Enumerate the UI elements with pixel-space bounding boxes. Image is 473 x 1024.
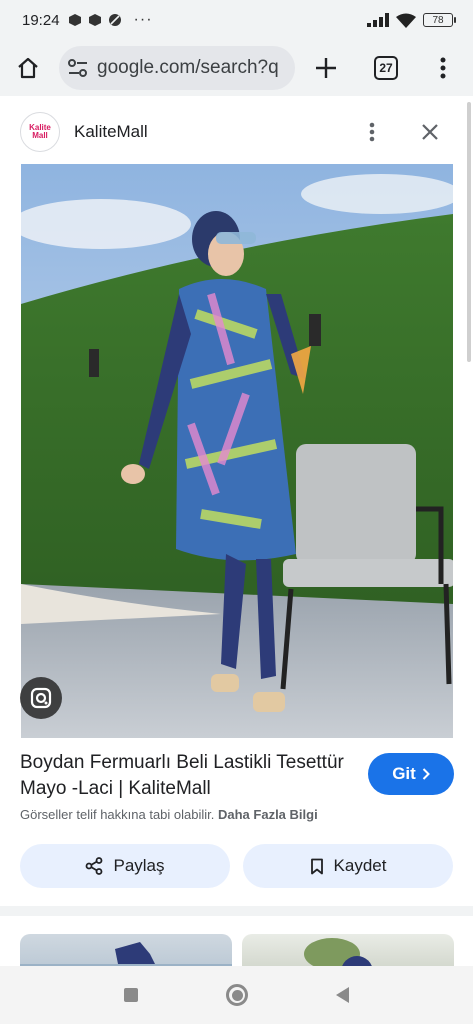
new-tab-button[interactable] (298, 40, 354, 96)
browser-toolbar: google.com/search?q 27 (0, 40, 473, 96)
more-vert-icon (440, 57, 446, 79)
status-right: 78 (367, 13, 456, 28)
status-left: 19:24 ··· (22, 11, 153, 29)
google-lens-button[interactable] (20, 677, 62, 719)
plus-icon (316, 58, 336, 78)
tab-count: 27 (374, 56, 398, 80)
share-icon (86, 857, 103, 875)
product-photo (21, 164, 453, 738)
signal-icon (367, 13, 389, 27)
status-time: 19:24 (22, 11, 60, 29)
bookmark-icon (310, 858, 323, 874)
site-name[interactable]: KaliteMall (74, 122, 148, 142)
url-bar[interactable]: google.com/search?q (59, 46, 295, 90)
battery-icon: 78 (423, 13, 456, 27)
visit-button-label: Git (392, 764, 416, 783)
copyright-text: Görseller telif hakkına tabi olabilir. (20, 807, 215, 822)
battery-level: 78 (432, 14, 444, 26)
cube-icon (68, 14, 81, 26)
tab-switcher-button[interactable]: 27 (358, 40, 414, 96)
more-vert-icon (369, 122, 375, 142)
site-more-button[interactable] (358, 118, 386, 146)
share-label: Paylaş (113, 856, 165, 875)
wifi-icon (396, 13, 416, 28)
visit-button[interactable]: Git (368, 753, 454, 795)
site-settings-icon (68, 59, 87, 77)
save-label: Kaydet (333, 856, 387, 875)
product-image[interactable] (21, 164, 453, 738)
lens-icon (30, 687, 52, 709)
site-logo: Kalite Mall (20, 112, 60, 152)
home-button[interactable] (0, 40, 56, 96)
section-divider (0, 906, 473, 916)
chevron-right-icon (422, 768, 430, 780)
url-text: google.com/search?q (97, 57, 279, 78)
save-button[interactable]: Kaydet (243, 844, 453, 888)
close-icon (422, 124, 438, 140)
more-info-link[interactable]: Daha Fazla Bilgi (218, 807, 318, 822)
recents-button[interactable] (124, 988, 138, 1002)
cube-icon (88, 14, 101, 26)
browser-menu-button[interactable] (415, 40, 471, 96)
site-header: Kalite Mall KaliteMall (0, 102, 465, 162)
more-notifications-icon: ··· (133, 11, 153, 28)
home-nav-button[interactable] (226, 984, 248, 1006)
scrollbar[interactable] (467, 102, 471, 362)
copyright-notice: Görseller telif hakkına tabi olabilir. D… (20, 807, 318, 822)
blocked-icon (108, 14, 121, 26)
share-button[interactable]: Paylaş (20, 844, 230, 888)
product-title[interactable]: Boydan Fermuarlı Beli Lastikli Tesettür … (20, 750, 350, 802)
close-button[interactable] (416, 118, 444, 146)
system-nav-bar (0, 966, 473, 1024)
status-bar: 19:24 ··· 78 (0, 0, 473, 40)
home-icon (18, 57, 38, 79)
back-button[interactable] (336, 987, 349, 1003)
